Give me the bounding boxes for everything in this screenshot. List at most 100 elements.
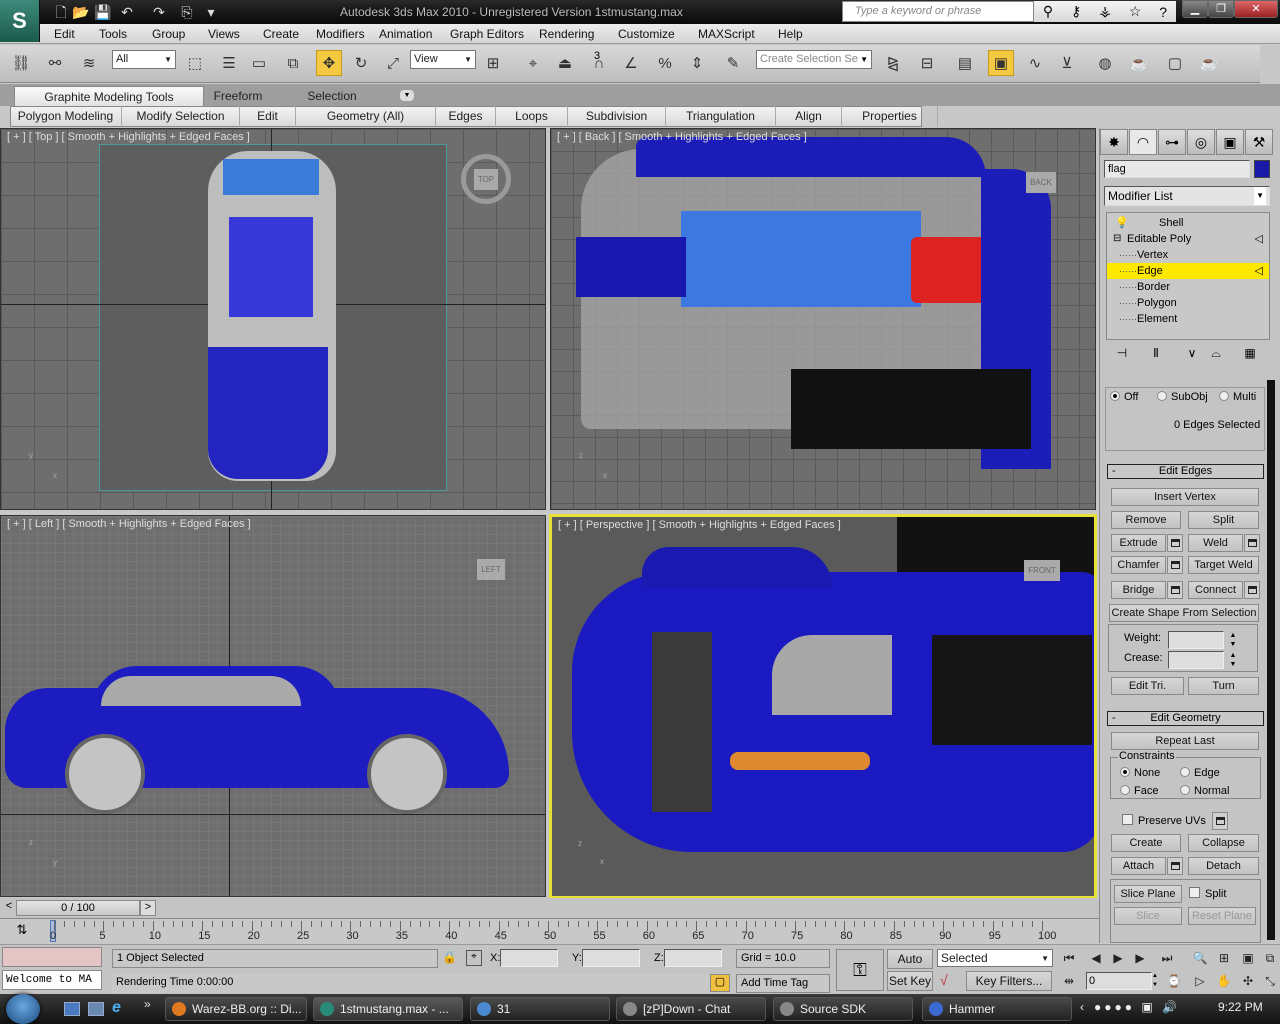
ribbon-panel-polygon-modeling[interactable]: Polygon Modeling bbox=[10, 106, 122, 127]
graphite-toggle-icon[interactable]: ▣ bbox=[988, 50, 1014, 76]
set-key-button[interactable]: Set Key bbox=[887, 971, 933, 991]
viewcube-top[interactable]: TOP bbox=[461, 154, 511, 204]
connect-button[interactable]: Connect bbox=[1188, 581, 1243, 599]
edit-named-selection-icon[interactable]: ✎ bbox=[720, 50, 746, 76]
chamfer-button[interactable]: Chamfer bbox=[1111, 556, 1166, 574]
previous-frame-icon[interactable]: ◀ bbox=[1086, 949, 1106, 967]
select-rotate-icon[interactable]: ↻ bbox=[348, 50, 374, 76]
constraint-face-radio[interactable]: Face bbox=[1120, 785, 1158, 797]
split-button[interactable]: Split bbox=[1188, 511, 1259, 529]
create-shape-button[interactable]: Create Shape From Selection bbox=[1109, 604, 1259, 622]
material-editor-icon[interactable]: ◍ bbox=[1092, 50, 1118, 76]
select-and-link-icon[interactable]: ⛓ bbox=[8, 50, 34, 76]
motion-tab-icon[interactable]: ◎ bbox=[1187, 129, 1215, 155]
menu-tools[interactable]: Tools bbox=[99, 24, 127, 44]
viewport-left[interactable]: LEFT z y [ + ] [ Left ] [ Smooth + Highl… bbox=[0, 515, 546, 897]
save-icon[interactable]: 💾 bbox=[94, 3, 112, 21]
menu-customize[interactable]: Customize bbox=[618, 24, 675, 44]
curve-editor-icon[interactable]: ∿ bbox=[1022, 50, 1048, 76]
constraint-normal-radio[interactable]: Normal bbox=[1180, 785, 1229, 797]
bridge-button[interactable]: Bridge bbox=[1111, 581, 1166, 599]
viewcube-back[interactable]: BACK bbox=[1016, 157, 1066, 207]
tray-expand-icon[interactable]: ‹ bbox=[1080, 1000, 1084, 1014]
preview-off-radio[interactable]: Off bbox=[1110, 391, 1138, 403]
pivot-center-icon[interactable]: ⊞ bbox=[480, 50, 506, 76]
layer-manager-icon[interactable]: ▤ bbox=[952, 50, 978, 76]
modifier-stack-item[interactable]: ······ Edge ◁ bbox=[1107, 263, 1269, 279]
configure-modifier-sets-icon[interactable]: ▦ bbox=[1240, 346, 1260, 364]
z-coord-input[interactable] bbox=[664, 949, 722, 967]
modifier-stack-item[interactable]: ······ Element bbox=[1107, 311, 1269, 327]
modifier-stack-item[interactable]: ······ Polygon bbox=[1107, 295, 1269, 311]
select-by-name-icon[interactable]: ☰ bbox=[216, 50, 242, 76]
modifier-list-dropdown[interactable]: Modifier List ▼ bbox=[1104, 186, 1270, 206]
show-desktop-icon[interactable] bbox=[64, 1002, 80, 1016]
go-to-end-icon[interactable]: ⏭ bbox=[1157, 949, 1177, 967]
zoom-icon[interactable]: 🔍 bbox=[1190, 949, 1210, 967]
edit-edges-rollout-header[interactable]: - Edit Edges bbox=[1107, 464, 1264, 479]
binoculars-icon[interactable]: ⚲ bbox=[1043, 3, 1053, 20]
viewport-label-perspective[interactable]: [ + ] [ Perspective ] [ Smooth + Highlig… bbox=[558, 519, 841, 531]
tray-icons[interactable]: ●●●● ▣ 🔊 bbox=[1094, 1000, 1180, 1014]
crease-spinner[interactable]: ▲ ▼ bbox=[1228, 651, 1238, 669]
detach-button[interactable]: Detach bbox=[1188, 857, 1259, 875]
undo-icon[interactable]: ↶ bbox=[118, 3, 136, 21]
time-slider[interactable]: 0 / 100 bbox=[16, 900, 140, 916]
time-configuration-icon[interactable]: ⌚ bbox=[1164, 972, 1184, 990]
taskbar-item[interactable]: Warez-BB.org :: Di... bbox=[165, 997, 307, 1021]
select-move-icon[interactable]: ✥ bbox=[316, 50, 342, 76]
hierarchy-tab-icon[interactable]: ⊶ bbox=[1158, 129, 1186, 155]
time-next-button[interactable]: > bbox=[140, 900, 156, 916]
go-to-start-icon[interactable]: ⏮ bbox=[1059, 949, 1079, 967]
viewport-perspective[interactable]: FRONT z x [ + ] [ Perspective ] [ Smooth… bbox=[549, 514, 1097, 899]
frame-spinner[interactable]: ▲ ▼ bbox=[1152, 972, 1160, 990]
tab-graphite-modeling-tools[interactable]: Graphite Modeling Tools bbox=[14, 86, 204, 106]
set-key-icon[interactable]: ⚿ bbox=[836, 949, 884, 991]
tab-selection[interactable]: Selection bbox=[300, 86, 364, 106]
close-button[interactable]: ✕ bbox=[1234, 0, 1278, 18]
viewport-label-top[interactable]: [ + ] [ Top ] [ Smooth + Highlights + Ed… bbox=[7, 131, 250, 143]
pan-view-icon[interactable]: ✋ bbox=[1214, 972, 1234, 990]
internet-explorer-icon[interactable]: e bbox=[112, 999, 121, 1017]
menu-help[interactable]: Help bbox=[778, 24, 803, 44]
command-panel-scrollbar[interactable] bbox=[1267, 380, 1275, 940]
satellite-icon[interactable]: ⚶ bbox=[1099, 3, 1111, 20]
rendered-frame-icon[interactable]: ▢ bbox=[1162, 50, 1188, 76]
next-frame-icon[interactable]: ▶ bbox=[1130, 949, 1150, 967]
key-filters-button[interactable]: Key Filters... bbox=[966, 971, 1052, 991]
maxscript-output[interactable]: Welcome to MA bbox=[2, 970, 102, 990]
weight-input[interactable] bbox=[1168, 631, 1224, 649]
menu-create[interactable]: Create bbox=[263, 24, 299, 44]
weld-settings-icon[interactable] bbox=[1244, 534, 1260, 552]
application-button[interactable]: S bbox=[0, 0, 40, 42]
customize-dropdown-icon[interactable]: ▾ bbox=[202, 3, 220, 21]
pin-stack-icon[interactable]: ⊣ bbox=[1112, 346, 1132, 364]
render-setup-icon[interactable]: ☕ bbox=[1126, 50, 1152, 76]
bind-space-warp-icon[interactable]: ≋ bbox=[76, 50, 102, 76]
constraint-none-radio[interactable]: None bbox=[1120, 767, 1160, 779]
time-tag-icon[interactable]: ▢ bbox=[710, 974, 730, 992]
maxscript-listener-input[interactable] bbox=[2, 947, 102, 967]
select-object-icon[interactable]: ⬚ bbox=[182, 50, 208, 76]
zoom-extents-all-icon[interactable]: ⧉ bbox=[1260, 949, 1280, 967]
menu-rendering[interactable]: Rendering bbox=[539, 24, 594, 44]
ribbon-panel-modify-selection[interactable]: Modify Selection bbox=[122, 106, 240, 127]
extrude-settings-icon[interactable] bbox=[1167, 534, 1183, 552]
restore-button[interactable]: ❐ bbox=[1208, 0, 1234, 18]
modifier-stack-item[interactable]: ······ Border bbox=[1107, 279, 1269, 295]
help-icon[interactable]: ? bbox=[1159, 4, 1167, 20]
spinner-snap-icon[interactable]: ⇕ bbox=[684, 50, 710, 76]
current-frame-input[interactable]: 0 bbox=[1086, 972, 1152, 990]
target-weld-button[interactable]: Target Weld bbox=[1188, 556, 1259, 574]
selection-filter-dropdown[interactable]: All ▼ bbox=[112, 50, 176, 69]
insert-vertex-button[interactable]: Insert Vertex bbox=[1111, 488, 1259, 506]
remove-button[interactable]: Remove bbox=[1111, 511, 1181, 529]
menu-views[interactable]: Views bbox=[208, 24, 240, 44]
slice-button[interactable]: Slice bbox=[1114, 907, 1182, 925]
start-button[interactable] bbox=[6, 994, 40, 1024]
open-file-icon[interactable]: 📂 bbox=[72, 3, 90, 21]
ribbon-panel-subdivision[interactable]: Subdivision bbox=[568, 106, 666, 127]
reference-coordinate-dropdown[interactable]: View ▼ bbox=[410, 50, 476, 69]
auto-key-button[interactable]: Auto Key bbox=[887, 949, 933, 984]
menu-graph-editors[interactable]: Graph Editors bbox=[450, 24, 524, 44]
